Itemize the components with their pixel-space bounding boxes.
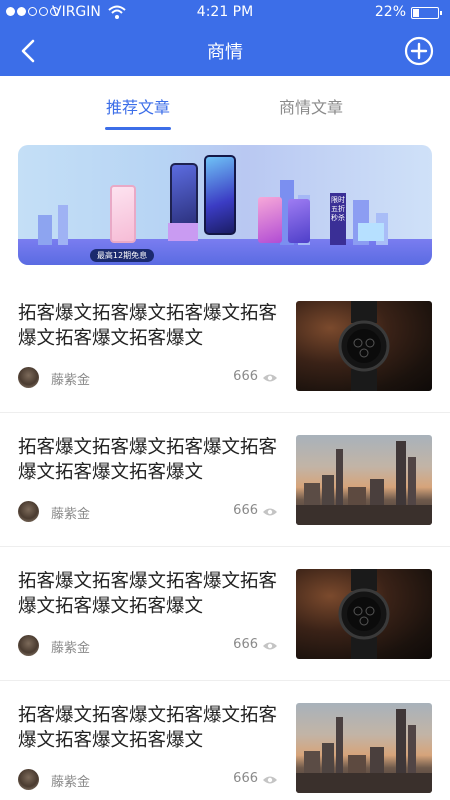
article-thumbnail xyxy=(296,435,432,525)
watch-icon xyxy=(338,301,390,391)
sale-badge: 限时五折秒杀 xyxy=(330,193,346,245)
article-thumbnail xyxy=(296,301,432,391)
tab-bar: 推荐文章 商情文章 xyxy=(0,76,450,132)
installment-tag: 最高12期免息 xyxy=(90,249,154,262)
eye-icon xyxy=(263,642,277,650)
article-item[interactable]: 拓客爆文拓客爆文拓客爆文拓客爆文拓客爆文拓客爆文 藤紫金 666 xyxy=(0,413,450,547)
eye-icon xyxy=(263,374,277,382)
article-item[interactable]: 拓客爆文拓客爆文拓客爆文拓客爆文拓客爆文拓客爆文 藤紫金 666 xyxy=(0,279,450,413)
city-skyline-icon xyxy=(296,441,432,525)
author-avatar xyxy=(18,501,39,522)
header: VIRGIN 4:21 PM 22% 商情 xyxy=(0,0,450,76)
eye-icon xyxy=(263,508,277,516)
author-avatar xyxy=(18,635,39,656)
author-name: 藤紫金 xyxy=(51,373,91,388)
article-title: 拓客爆文拓客爆文拓客爆文拓客爆文拓客爆文拓客爆文 xyxy=(18,571,278,617)
promo-banner[interactable]: 限时五折秒杀 最高12期免息 xyxy=(18,145,432,265)
status-bar: VIRGIN 4:21 PM 22% xyxy=(0,0,450,26)
eye-icon xyxy=(263,776,277,784)
view-count: 666 xyxy=(233,771,258,786)
author-avatar xyxy=(18,367,39,388)
author-name: 藤紫金 xyxy=(51,775,91,790)
article-item[interactable]: 拓客爆文拓客爆文拓客爆文拓客爆文拓客爆文拓客爆文 藤紫金 666 xyxy=(0,681,450,800)
page-title: 商情 xyxy=(207,42,243,63)
article-thumbnail xyxy=(296,569,432,659)
article-thumbnail xyxy=(296,703,432,793)
add-icon[interactable] xyxy=(404,36,434,66)
tab-recommended[interactable]: 推荐文章 xyxy=(106,94,170,118)
author-name: 藤紫金 xyxy=(51,507,91,522)
tab-business[interactable]: 商情文章 xyxy=(279,94,343,118)
nav-bar: 商情 xyxy=(0,26,450,76)
article-title: 拓客爆文拓客爆文拓客爆文拓客爆文拓客爆文拓客爆文 xyxy=(18,303,278,349)
battery-percent: 22% xyxy=(374,4,406,20)
view-count: 666 xyxy=(233,369,258,384)
article-item[interactable]: 拓客爆文拓客爆文拓客爆文拓客爆文拓客爆文拓客爆文 藤紫金 666 xyxy=(0,547,450,681)
view-count: 666 xyxy=(233,637,258,652)
tab-indicator xyxy=(105,127,171,130)
battery-icon xyxy=(411,7,442,19)
article-title: 拓客爆文拓客爆文拓客爆文拓客爆文拓客爆文拓客爆文 xyxy=(18,437,278,483)
author-name: 藤紫金 xyxy=(51,641,91,656)
author-avatar xyxy=(18,769,39,790)
article-title: 拓客爆文拓客爆文拓客爆文拓客爆文拓客爆文拓客爆文 xyxy=(18,705,278,751)
view-count: 666 xyxy=(233,503,258,518)
watch-icon xyxy=(338,569,390,659)
city-skyline-icon xyxy=(296,709,432,793)
